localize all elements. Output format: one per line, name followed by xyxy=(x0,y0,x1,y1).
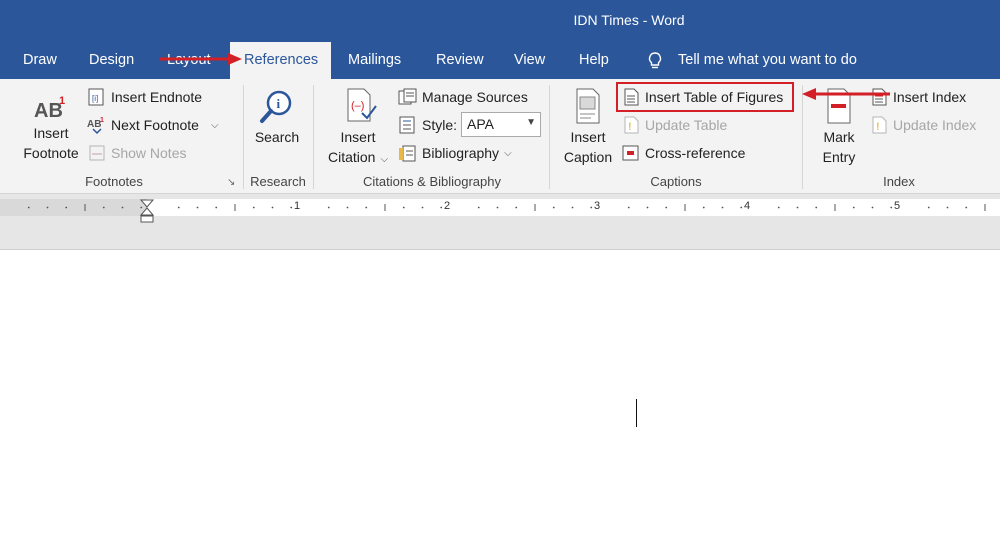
search-label: Search xyxy=(254,129,300,145)
citation-style-dropdown[interactable]: APA ▼ xyxy=(461,112,541,137)
tab-references[interactable]: References xyxy=(230,42,331,79)
group-label-index: Index xyxy=(883,174,915,189)
show-notes-icon xyxy=(89,145,105,161)
indent-marker-icon[interactable] xyxy=(140,199,154,223)
lightbulb-icon xyxy=(648,52,662,69)
cross-reference-label: Cross-reference xyxy=(645,145,746,161)
style-icon xyxy=(399,116,415,134)
bibliography-button[interactable]: Bibliography ⌵ xyxy=(398,141,512,165)
insert-footnote-label-2: Footnote xyxy=(23,145,79,161)
citation-icon: (–) xyxy=(347,88,377,122)
next-footnote-label: Next Footnote xyxy=(111,117,199,133)
insert-index-label: Insert Index xyxy=(893,89,967,105)
next-footnote-button[interactable]: AB 1 Next Footnote ⌵ xyxy=(87,113,219,137)
update-table-button[interactable]: ! Update Table xyxy=(621,113,727,137)
tab-view[interactable]: View xyxy=(514,52,545,68)
footnote-icon: AB 1 xyxy=(34,95,65,121)
ribbon-tabs: Draw Design Layout References Mailings R… xyxy=(0,42,1000,79)
chevron-down-icon: ▼ xyxy=(526,117,536,128)
insert-caption-label-1: Insert xyxy=(570,129,606,145)
horizontal-ruler[interactable]: 1 2 3 4 5 xyxy=(0,199,1000,223)
svg-text:1: 1 xyxy=(100,117,104,124)
svg-text:[i]: [i] xyxy=(92,94,98,103)
manage-sources-icon xyxy=(398,88,417,105)
endnote-icon: [i] xyxy=(88,88,104,106)
bibliography-label: Bibliography xyxy=(422,145,500,161)
mark-entry-label-1: Mark xyxy=(823,129,855,145)
tab-draw[interactable]: Draw xyxy=(23,52,57,68)
window-title: IDN Times - Word xyxy=(573,12,685,28)
ruler-number: 1 xyxy=(294,200,301,212)
update-table-icon: ! xyxy=(624,116,639,134)
svg-text:!: ! xyxy=(628,121,632,133)
style-label-container: Style: xyxy=(398,113,457,137)
chevron-down-icon: ⌵ xyxy=(210,119,219,131)
insert-endnote-label: Insert Endnote xyxy=(111,89,203,105)
bibliography-icon xyxy=(399,145,416,162)
tell-me-text: Tell me what you want to do xyxy=(678,52,857,68)
insert-caption-label-2: Caption xyxy=(563,149,613,165)
caption-icon xyxy=(576,88,600,124)
title-bar: IDN Times - Word xyxy=(0,0,1000,42)
dialog-launcher-icon[interactable]: ↘ xyxy=(227,177,235,188)
ruler-number: 4 xyxy=(744,200,751,212)
search-button[interactable]: i Search xyxy=(250,89,304,147)
ruler-number: 5 xyxy=(894,200,901,212)
insert-footnote-label-1: Insert xyxy=(33,125,69,141)
tab-help[interactable]: Help xyxy=(579,52,609,68)
insert-citation-text: Citation xyxy=(327,149,376,165)
group-divider xyxy=(313,85,314,189)
manage-sources-button[interactable]: Manage Sources xyxy=(398,85,528,109)
show-notes-button[interactable]: Show Notes xyxy=(87,141,186,165)
citation-style-value: APA xyxy=(467,116,494,132)
cross-reference-button[interactable]: Cross-reference xyxy=(621,141,745,165)
document-page[interactable] xyxy=(0,250,1000,554)
cross-reference-icon xyxy=(622,145,639,161)
mark-entry-label-2: Entry xyxy=(822,149,856,165)
annotation-arrow-right xyxy=(160,53,242,65)
update-table-label: Update Table xyxy=(645,117,728,133)
svg-text:i: i xyxy=(277,96,281,111)
search-icon: i xyxy=(260,90,292,123)
svg-text:(–): (–) xyxy=(351,100,364,112)
style-label: Style: xyxy=(422,117,458,133)
update-index-button[interactable]: ! Update Index xyxy=(869,113,976,137)
tab-design[interactable]: Design xyxy=(89,52,134,68)
chevron-down-icon: ⌵ xyxy=(504,147,512,159)
group-label-captions: Captions xyxy=(650,174,702,189)
chevron-down-icon: ⌵ xyxy=(380,154,389,165)
text-cursor xyxy=(636,399,637,427)
group-divider xyxy=(549,85,550,189)
insert-citation-label-1: Insert xyxy=(340,129,376,145)
tab-mailings[interactable]: Mailings xyxy=(348,52,401,68)
update-index-label: Update Index xyxy=(893,117,977,133)
insert-footnote-button[interactable]: AB 1 Insert Footnote xyxy=(18,91,84,163)
manage-sources-label: Manage Sources xyxy=(422,89,528,105)
tab-review[interactable]: Review xyxy=(436,52,484,68)
insert-caption-button[interactable]: Insert Caption xyxy=(558,87,618,167)
insert-citation-button[interactable]: (–) Insert Citation ⌵ xyxy=(322,87,394,170)
ruler-number: 3 xyxy=(594,200,601,212)
group-label-citations: Citations & Bibliography xyxy=(362,174,502,189)
svg-text:!: ! xyxy=(876,121,880,133)
insert-endnote-button[interactable]: [i] Insert Endnote xyxy=(87,85,202,109)
insert-citation-label-2: Citation ⌵ xyxy=(322,147,394,170)
annotation-arrow-left xyxy=(802,88,890,100)
ruler-area: 1 2 3 4 5 xyxy=(0,194,1000,250)
annotation-highlight-box xyxy=(616,82,794,112)
group-label-footnotes: Footnotes xyxy=(85,174,143,189)
show-notes-label: Show Notes xyxy=(111,145,187,161)
svg-text:1: 1 xyxy=(59,95,65,107)
ruler-number: 2 xyxy=(444,200,451,212)
update-index-icon: ! xyxy=(872,116,887,134)
next-footnote-icon: AB 1 xyxy=(87,117,104,135)
group-label-research: Research xyxy=(250,174,306,189)
